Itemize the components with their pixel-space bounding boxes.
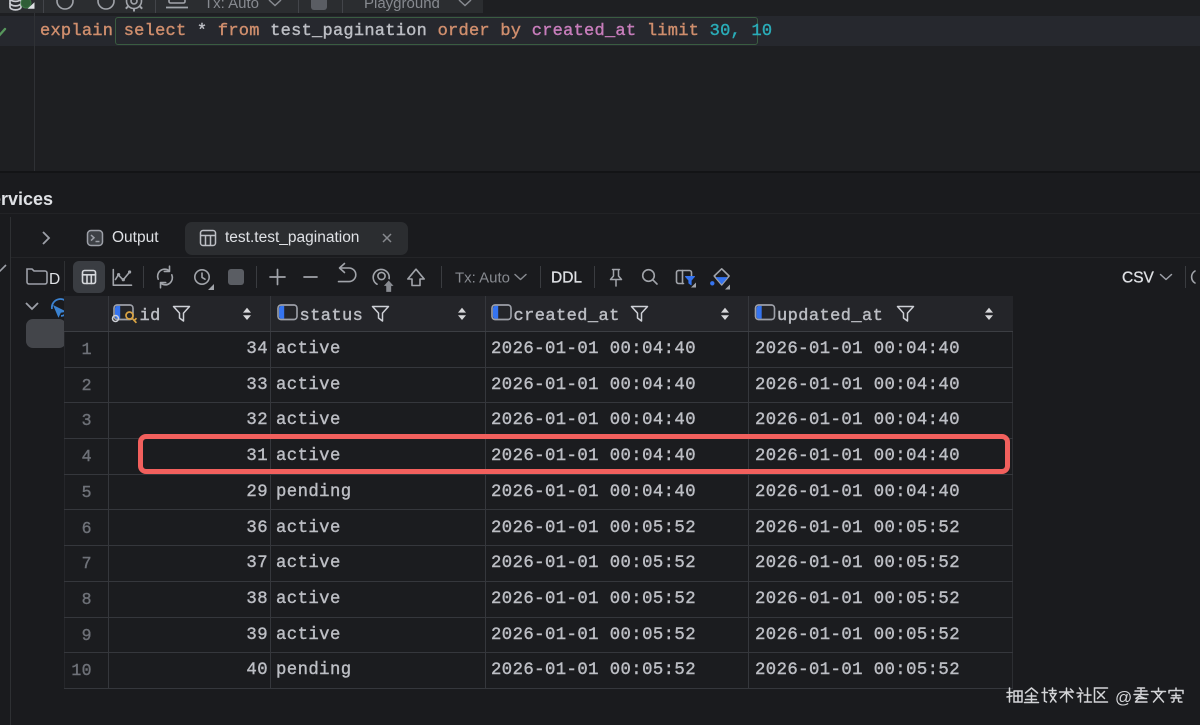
svg-text:DDL: DDL bbox=[551, 270, 582, 287]
svg-text:id: id bbox=[140, 307, 161, 326]
svg-text:updated_at: updated_at bbox=[777, 307, 883, 326]
svg-text:@: @ bbox=[1115, 688, 1132, 707]
svg-text:Tx: Auto: Tx: Auto bbox=[204, 0, 259, 12]
svg-text:status: status bbox=[300, 307, 364, 326]
svg-text:Tx: Auto: Tx: Auto bbox=[455, 270, 510, 287]
svg-text:Playground: Playground bbox=[364, 0, 440, 12]
svg-text:CSV: CSV bbox=[1122, 270, 1155, 287]
svg-text:created_at: created_at bbox=[514, 307, 620, 326]
